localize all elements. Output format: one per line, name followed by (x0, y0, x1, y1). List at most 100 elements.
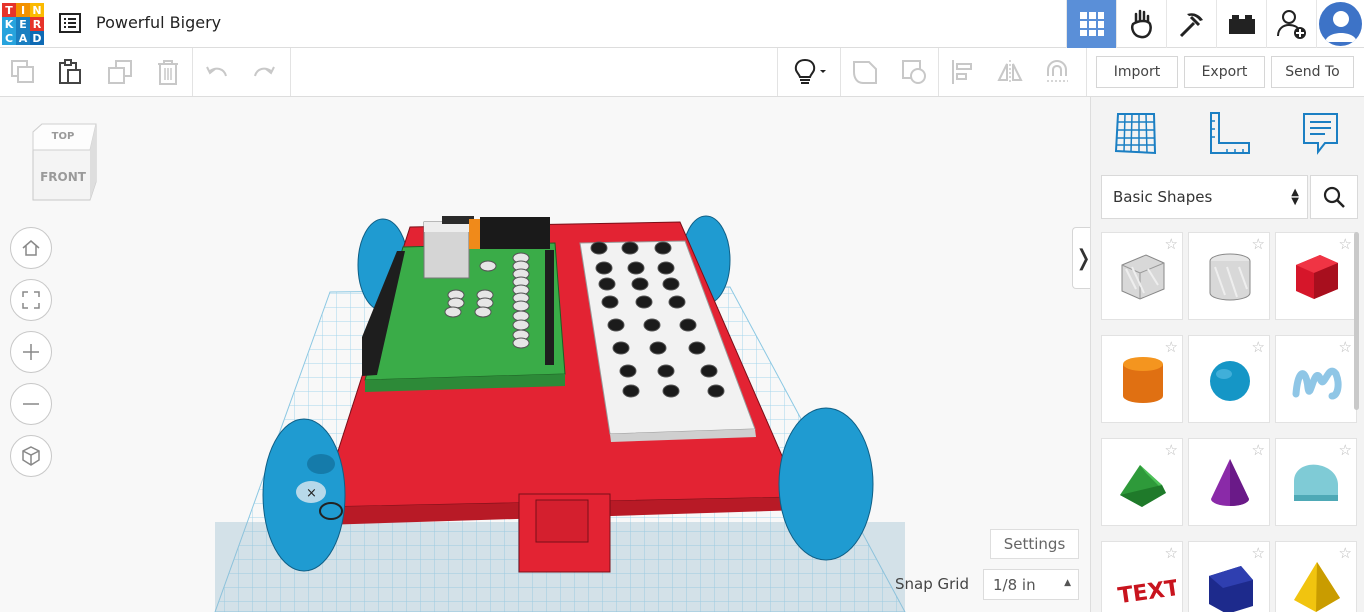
scribble-icon (1292, 367, 1342, 400)
lightbulb-icon (794, 58, 826, 84)
logo-letter: D (30, 31, 44, 45)
plate-hole (654, 241, 672, 255)
shape-tile-polygon[interactable]: ☆ (1188, 541, 1270, 612)
notes-icon (1303, 113, 1338, 155)
shape-category-value: Basic Shapes (1113, 188, 1213, 206)
plate-hole (631, 277, 649, 291)
shape-tile-round-roof[interactable]: ☆ (1275, 438, 1357, 526)
shape-tile-cylinder[interactable]: ☆ (1101, 335, 1183, 423)
ungroup-icon (902, 60, 926, 84)
shape-tile-pyramid[interactable]: ☆ (1275, 541, 1357, 612)
logo-letter: K (2, 17, 16, 31)
workplane-tool-button[interactable] (1112, 109, 1160, 157)
tinkercad-editor: TINKERCAD Powerful Bigery Import Export … (0, 0, 1364, 612)
favorite-star-icon[interactable]: ☆ (1252, 235, 1265, 253)
invite-user-button[interactable] (1266, 0, 1316, 48)
view-cube-front-label: FRONT (40, 170, 87, 184)
notes-tool-button[interactable] (1297, 109, 1345, 157)
ruler-icon (1210, 112, 1250, 154)
favorite-star-icon[interactable]: ☆ (1252, 338, 1265, 356)
plate-hole (688, 341, 706, 355)
favorite-star-icon[interactable]: ☆ (1252, 441, 1265, 459)
3d-design-view-button[interactable] (1066, 0, 1116, 48)
shape-tile-cone[interactable]: ☆ (1188, 438, 1270, 526)
send-to-button[interactable]: Send To (1271, 56, 1354, 88)
import-button[interactable]: Import (1096, 56, 1178, 88)
paste-button[interactable] (53, 56, 87, 88)
favorite-star-icon[interactable]: ☆ (1339, 235, 1352, 253)
ungroup-button[interactable] (897, 56, 931, 88)
cylinder-icon (1123, 357, 1163, 403)
bricks-view-button[interactable] (1216, 0, 1266, 48)
fit-view-button[interactable] (10, 279, 52, 321)
plate-hole (668, 295, 686, 309)
shape-search-button[interactable] (1310, 175, 1358, 219)
plate-hole (657, 364, 675, 378)
snap-grid-select[interactable]: 1/8 in ▲ (983, 569, 1079, 600)
favorite-star-icon[interactable]: ☆ (1339, 441, 1352, 459)
logo-letter: C (2, 31, 16, 45)
box-icon (1121, 254, 1165, 300)
cone-icon (1211, 459, 1249, 506)
account-button[interactable] (1316, 0, 1364, 48)
minus-icon (23, 403, 39, 405)
shape-tile-sphere[interactable]: ☆ (1188, 335, 1270, 423)
plate-hole (662, 384, 680, 398)
export-button[interactable]: Export (1184, 56, 1265, 88)
shape-tile-box[interactable]: ☆ (1275, 232, 1357, 320)
zoom-in-button[interactable] (10, 331, 52, 373)
panel-scrollbar[interactable] (1354, 232, 1359, 410)
ruler-tool-button[interactable] (1205, 109, 1253, 157)
shape-tile-cylinder-hole[interactable]: ☆ (1188, 232, 1270, 320)
plate-hole (700, 364, 718, 378)
notes-toggle-button[interactable] (785, 56, 833, 88)
round-roof-icon (1294, 464, 1338, 501)
plate-hole (627, 261, 645, 275)
redo-icon (254, 66, 275, 77)
simulation-view-button[interactable] (1116, 0, 1166, 48)
group-button[interactable] (848, 56, 882, 88)
header-right[interactable] (545, 250, 554, 365)
favorite-star-icon[interactable]: ☆ (1165, 338, 1178, 356)
design-list-icon[interactable] (58, 11, 82, 35)
perspective-toggle-button[interactable] (10, 435, 52, 477)
favorite-star-icon[interactable]: ☆ (1165, 544, 1178, 562)
copy-button[interactable] (6, 56, 40, 88)
favorite-star-icon[interactable]: ☆ (1252, 544, 1265, 562)
undo-button[interactable] (200, 56, 234, 88)
redo-button[interactable] (247, 56, 281, 88)
delete-button[interactable] (151, 56, 185, 88)
favorite-star-icon[interactable]: ☆ (1165, 441, 1178, 459)
mirror-button[interactable] (993, 56, 1027, 88)
favorite-star-icon[interactable]: ☆ (1339, 544, 1352, 562)
shape-tile-scribble[interactable]: ☆ (1275, 335, 1357, 423)
shape-category-select[interactable]: Basic Shapes ▲ ▼ (1101, 175, 1308, 219)
view-cube[interactable]: TOP FRONT (30, 122, 100, 207)
favorite-star-icon[interactable]: ☆ (1339, 338, 1352, 356)
duplicate-button[interactable] (103, 56, 137, 88)
logo-letter: I (16, 3, 30, 17)
design-title[interactable]: Powerful Bigery (96, 13, 221, 32)
minecraft-view-button[interactable] (1166, 0, 1216, 48)
zoom-out-button[interactable] (10, 383, 52, 425)
pickaxe-icon (1179, 13, 1203, 38)
shape-tile-roof[interactable]: ☆ (1101, 438, 1183, 526)
align-button[interactable] (946, 56, 980, 88)
updown-icon: ▲ ▼ (1291, 187, 1299, 207)
power-jack[interactable] (480, 217, 550, 249)
settings-button[interactable]: Settings (990, 529, 1079, 559)
wheel-front-right[interactable] (778, 407, 874, 561)
workplane-canvas[interactable]: × TOP FRONT Settings Snap Grid 1/8 in ▲ (0, 97, 1090, 612)
shape-tile-box-hole[interactable]: ☆ (1101, 232, 1183, 320)
shape-tile-text[interactable]: TEXT ☆ (1101, 541, 1183, 612)
snap-grid-value: 1/8 in (993, 575, 1036, 594)
scene[interactable]: × (0, 97, 1090, 612)
favorite-star-icon[interactable]: ☆ (1165, 235, 1178, 253)
trash-icon (158, 60, 178, 85)
header-pin (474, 306, 492, 318)
plate-hole (635, 295, 653, 309)
home-view-button[interactable] (10, 227, 52, 269)
tinkercad-logo[interactable]: TINKERCAD (2, 3, 45, 45)
plate-hole (601, 295, 619, 309)
cruise-button[interactable] (1040, 56, 1074, 88)
